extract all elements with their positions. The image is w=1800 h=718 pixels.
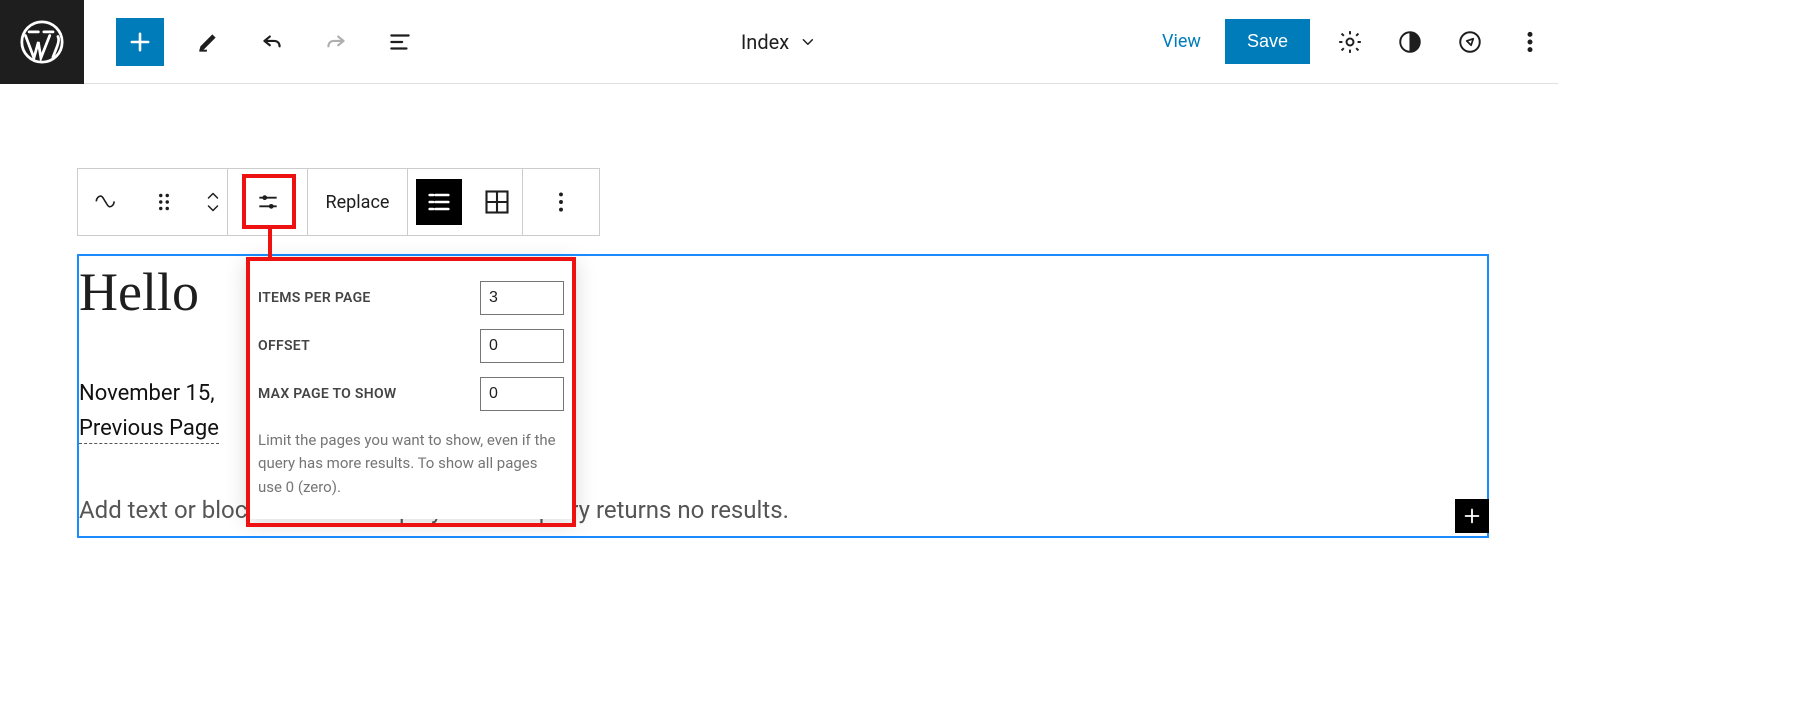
query-loop-icon[interactable] <box>84 182 124 222</box>
settings-button[interactable] <box>1330 22 1370 62</box>
display-settings-popover: ITEMS PER PAGE OFFSET MAX PAGE TO SHOW L… <box>246 257 576 519</box>
display-settings-button[interactable] <box>248 182 288 222</box>
max-page-help-text: Limit the pages you want to show, even i… <box>258 429 564 499</box>
redo-button[interactable] <box>316 22 356 62</box>
edit-mode-button[interactable] <box>188 22 228 62</box>
max-page-input[interactable] <box>480 377 564 411</box>
max-page-label: MAX PAGE TO SHOW <box>258 386 397 402</box>
wordpress-logo[interactable] <box>0 0 84 84</box>
post-date[interactable]: November 15, <box>79 381 215 406</box>
save-button[interactable]: Save <box>1225 19 1310 64</box>
move-down-icon[interactable] <box>204 202 222 216</box>
post-title[interactable]: Hello <box>79 261 199 323</box>
grid-layout-button[interactable] <box>480 185 514 219</box>
add-block-button[interactable] <box>116 18 164 66</box>
offset-input[interactable] <box>480 329 564 363</box>
styles-button[interactable] <box>1390 22 1430 62</box>
move-up-icon[interactable] <box>204 188 222 202</box>
drag-handle-icon[interactable] <box>144 182 184 222</box>
top-toolbar: Index View Save <box>0 0 1558 84</box>
block-appender-button[interactable] <box>1455 499 1489 533</box>
items-per-page-input[interactable] <box>480 281 564 315</box>
block-options-button[interactable] <box>541 182 581 222</box>
chevron-down-icon <box>799 33 817 51</box>
list-layout-button[interactable] <box>416 179 462 225</box>
navigation-button[interactable] <box>1450 22 1490 62</box>
options-button[interactable] <box>1510 22 1550 62</box>
template-selector[interactable]: Index <box>741 30 817 54</box>
view-link[interactable]: View <box>1158 21 1205 62</box>
block-mover[interactable] <box>204 188 222 216</box>
offset-label: OFFSET <box>258 338 310 354</box>
block-toolbar: Replace <box>77 168 600 236</box>
previous-page-link[interactable]: Previous Page <box>79 416 219 444</box>
undo-button[interactable] <box>252 22 292 62</box>
template-label: Index <box>741 30 789 54</box>
list-view-button[interactable] <box>380 22 420 62</box>
items-per-page-label: ITEMS PER PAGE <box>258 290 371 306</box>
replace-button[interactable]: Replace <box>308 169 408 235</box>
